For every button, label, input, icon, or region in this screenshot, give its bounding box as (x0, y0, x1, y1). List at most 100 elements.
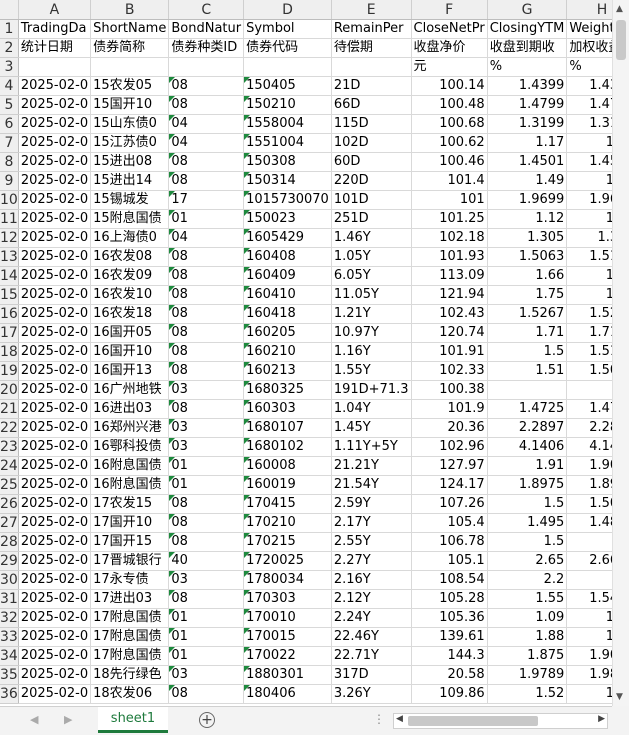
row-header[interactable]: 30 (0, 570, 19, 590)
cell[interactable]: 2025-02-0 (18, 380, 92, 400)
cell[interactable]: 100.48 (411, 95, 488, 115)
cell[interactable]: 124.17 (411, 475, 488, 495)
prev-sheet-icon[interactable]: ◀ (30, 713, 38, 726)
cell[interactable]: 160410 (243, 285, 332, 305)
cell[interactable]: 160408 (243, 247, 332, 267)
row-header[interactable]: 24 (0, 456, 19, 476)
cell[interactable]: 1.09 (566, 608, 612, 628)
cell[interactable]: 2025-02-0 (18, 171, 92, 191)
cell[interactable]: 1.8975 (566, 475, 612, 495)
cell[interactable]: 105.1 (411, 551, 488, 571)
cell[interactable]: 1605429 (243, 228, 332, 248)
cell[interactable]: 01 (168, 209, 245, 229)
cell[interactable]: 100.62 (411, 133, 488, 153)
cell[interactable]: 2025-02-0 (18, 228, 92, 248)
row-header[interactable]: 10 (0, 190, 19, 210)
cell[interactable]: 2025-02-0 (18, 190, 92, 210)
cell[interactable]: 收盘到期收 (487, 38, 568, 58)
cell[interactable]: 16国开05 (90, 323, 170, 343)
row-header[interactable]: 18 (0, 342, 19, 362)
cell[interactable]: 2.65 (487, 551, 568, 571)
cell[interactable]: 1.09 (487, 608, 568, 628)
cell[interactable]: 6.05Y (331, 266, 412, 286)
cell[interactable]: 15江苏债0 (90, 133, 170, 153)
row-header[interactable]: 23 (0, 437, 19, 457)
cell[interactable]: 2025-02-0 (18, 494, 92, 514)
row-header[interactable]: 8 (0, 152, 19, 172)
cell[interactable]: 1.49 (566, 171, 612, 191)
cell[interactable]: 1.495 (487, 513, 568, 533)
cell[interactable]: 150405 (243, 76, 332, 96)
cell[interactable]: 1680325 (243, 380, 332, 400)
cell[interactable]: 2.6626 (566, 551, 612, 571)
cell[interactable]: 2025-02-0 (18, 95, 92, 115)
cell[interactable]: 2025-02-0 (18, 342, 92, 362)
cell[interactable]: 160210 (243, 342, 332, 362)
cell[interactable]: 16农发10 (90, 285, 170, 305)
row-header[interactable]: 15 (0, 285, 19, 305)
cell[interactable]: 1.4725 (566, 399, 612, 419)
cell[interactable]: 3.26Y (331, 684, 412, 704)
cell[interactable]: 2025-02-0 (18, 665, 92, 685)
cell[interactable]: 1.91 (487, 456, 568, 476)
cell[interactable]: 2.16Y (331, 570, 412, 590)
cell[interactable]: 101.4 (411, 171, 488, 191)
cell[interactable]: 1.5073 (566, 361, 612, 381)
cell[interactable]: 100.38 (411, 380, 488, 400)
cell[interactable]: 15进出14 (90, 171, 170, 191)
row-header[interactable]: 6 (0, 114, 19, 134)
cell[interactable]: 1.05Y (331, 247, 412, 267)
cell[interactable]: 2.55Y (331, 532, 412, 552)
cell[interactable]: 170210 (243, 513, 332, 533)
cell[interactable]: 16国开10 (90, 342, 170, 362)
cell[interactable]: 100.46 (411, 152, 488, 172)
cell[interactable]: 60D (331, 152, 412, 172)
cell[interactable]: 101 (411, 190, 488, 210)
cell[interactable]: 105.28 (411, 589, 488, 609)
scroll-right-icon[interactable]: ▶ (598, 714, 605, 724)
cell[interactable] (331, 57, 412, 77)
cell[interactable]: Symbol (243, 19, 332, 39)
row-header[interactable]: 26 (0, 494, 19, 514)
cell[interactable]: 17 (168, 190, 245, 210)
cell[interactable]: 1.7115 (566, 323, 612, 343)
cell[interactable]: 1.17 (566, 133, 612, 153)
cell[interactable]: 160418 (243, 304, 332, 324)
row-header[interactable]: 32 (0, 608, 19, 628)
cell[interactable]: 1.9699 (487, 190, 568, 210)
cell[interactable]: 1.4894 (566, 513, 612, 533)
cell[interactable]: 160019 (243, 475, 332, 495)
row-header[interactable]: 21 (0, 399, 19, 419)
cell[interactable]: 加权收益率 (566, 38, 612, 58)
cell[interactable]: BondNatur (168, 19, 245, 39)
cell[interactable]: 08 (168, 589, 245, 609)
row-header[interactable]: 4 (0, 76, 19, 96)
cell[interactable]: 2.2 (487, 570, 568, 590)
cell[interactable]: 20.58 (411, 665, 488, 685)
cell[interactable]: 120.74 (411, 323, 488, 343)
cell[interactable]: 1.51 (487, 361, 568, 381)
cell[interactable]: 220D (331, 171, 412, 191)
cell[interactable] (487, 380, 568, 400)
cell[interactable]: 17国开10 (90, 513, 170, 533)
cell[interactable]: 03 (168, 665, 245, 685)
cell[interactable]: 113.09 (411, 266, 488, 286)
vertical-scrollbar[interactable]: ▲ ▼ (612, 0, 629, 706)
cell[interactable]: 2.2897 (487, 418, 568, 438)
cell[interactable]: 15国开10 (90, 95, 170, 115)
cell[interactable]: 1.45Y (331, 418, 412, 438)
cell[interactable]: 66D (331, 95, 412, 115)
row-header[interactable]: 13 (0, 247, 19, 267)
cell[interactable]: 144.3 (411, 646, 488, 666)
cell[interactable]: 1.4799 (487, 95, 568, 115)
cell[interactable]: 100.68 (411, 114, 488, 134)
cell[interactable]: 108.54 (411, 570, 488, 590)
row-header[interactable]: 33 (0, 627, 19, 647)
cell[interactable]: 2025-02-0 (18, 418, 92, 438)
cell[interactable]: 1780034 (243, 570, 332, 590)
cell[interactable]: 01 (168, 608, 245, 628)
cell[interactable]: 191D+71.3 (331, 380, 412, 400)
row-header[interactable]: 19 (0, 361, 19, 381)
cell[interactable]: % (487, 57, 568, 77)
cell[interactable]: 08 (168, 304, 245, 324)
